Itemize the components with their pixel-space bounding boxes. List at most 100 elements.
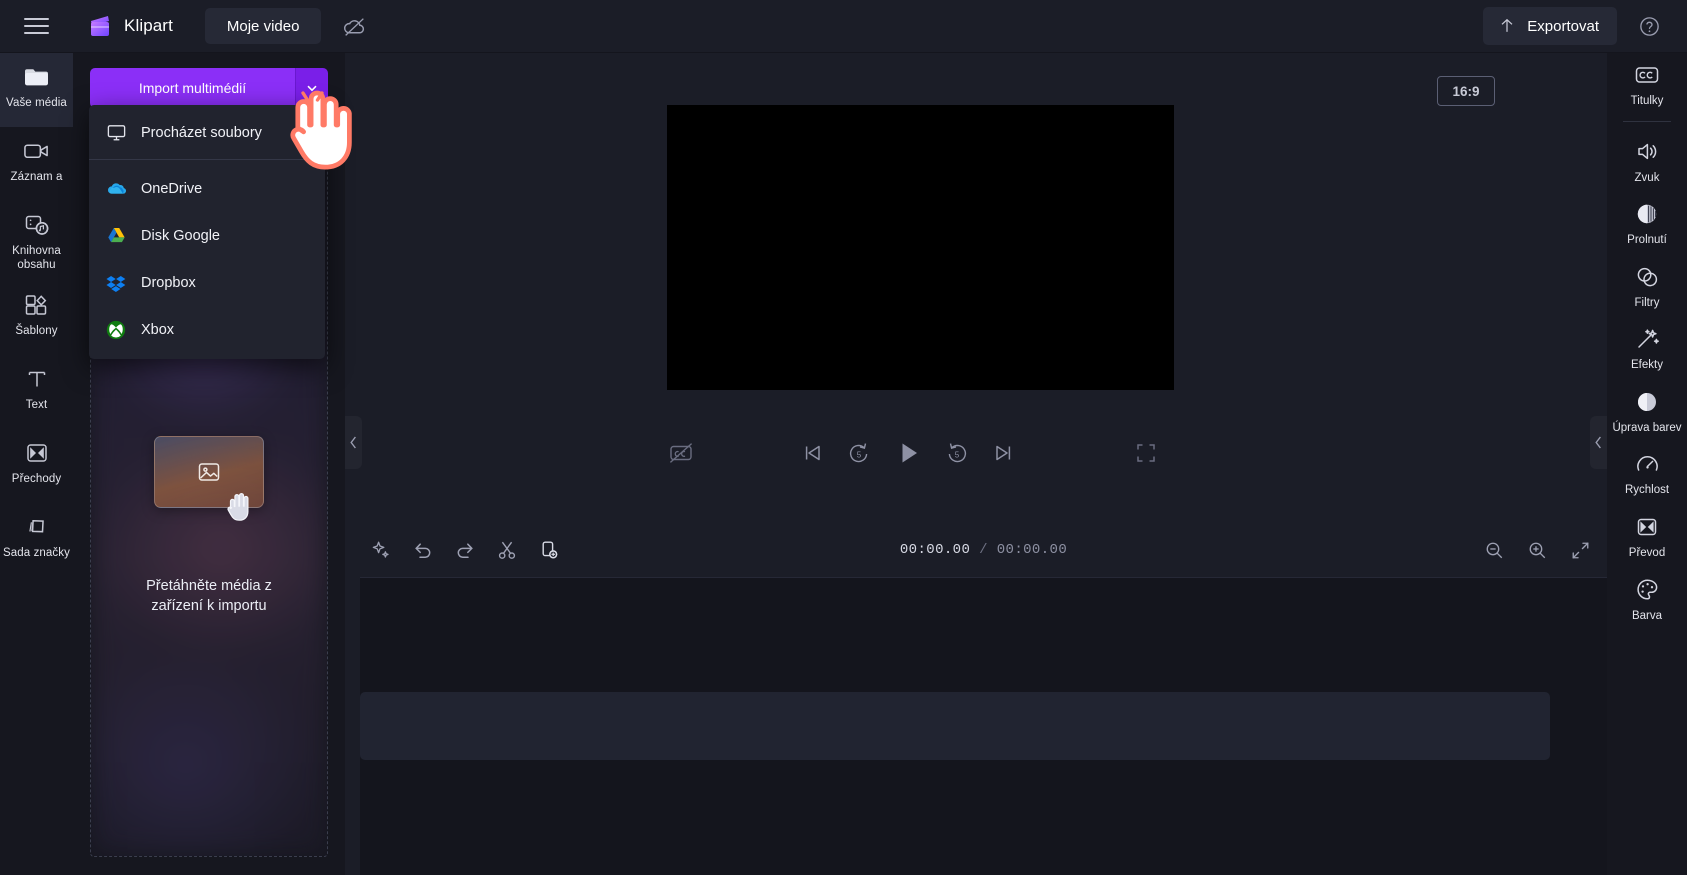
zoom-in-icon[interactable] (1527, 540, 1548, 561)
right-item-prolnuti[interactable]: Prolnutí (1607, 192, 1687, 255)
right-item-label: Barva (1631, 609, 1663, 622)
right-item-efekty[interactable]: Efekty (1607, 317, 1687, 380)
question-circle-icon[interactable] (1629, 6, 1669, 46)
zoom-out-icon[interactable] (1484, 540, 1505, 561)
video-preview[interactable] (667, 105, 1174, 390)
rewind-5-icon[interactable]: 5 (847, 441, 871, 465)
timeline-body[interactable] (360, 578, 1607, 875)
sidebar-item-label: Text (25, 399, 48, 412)
sidebar-item-knihovna-obsahu[interactable]: Knihovna obsahu (0, 201, 73, 281)
monitor-icon (105, 122, 127, 144)
menu-item-label: Dropbox (141, 274, 196, 291)
transition-convert-icon (1635, 514, 1659, 540)
playback-controls: 5 5 (345, 425, 1607, 481)
current-timecode: 00:00.00 (899, 542, 971, 558)
sidebar-item-sablony[interactable]: Šablony (0, 281, 73, 355)
collapse-left-panel-button[interactable] (345, 416, 362, 469)
dropzone-text: Přetáhněte média z zařízení k importu (146, 578, 272, 614)
speed-gauge-icon (1635, 451, 1660, 477)
sidebar-item-label: Záznam a (10, 171, 63, 183)
import-dropdown-menu: Procházet soubory OneDrive Disk Google D… (89, 105, 325, 359)
fullscreen-icon[interactable] (1135, 442, 1157, 464)
transitions-icon (25, 440, 49, 466)
menu-item-dropbox[interactable]: Dropbox (89, 259, 325, 306)
right-item-label: Prolnutí (1627, 234, 1667, 247)
drag-hand-icon (223, 488, 257, 524)
right-item-titulky[interactable]: Titulky (1607, 53, 1687, 116)
menu-item-xbox[interactable]: Xbox (89, 306, 325, 353)
sidebar-item-sada-znacky[interactable]: Sada značky (0, 503, 73, 577)
templates-icon (24, 292, 49, 318)
sidebar-item-text[interactable]: Text (0, 355, 73, 429)
right-item-zvuk[interactable]: Zvuk (1607, 130, 1687, 193)
sidebar-item-label: Šablony (15, 325, 58, 338)
right-item-rychlost[interactable]: Rychlost (1607, 442, 1687, 505)
sidebar-item-label: Přechody (11, 473, 62, 486)
menu-item-label: Disk Google (141, 227, 220, 244)
upload-icon (1497, 16, 1517, 36)
right-item-label: Rychlost (1624, 484, 1670, 497)
menu-item-onedrive[interactable]: OneDrive (89, 165, 325, 212)
fit-to-screen-icon[interactable] (1570, 540, 1591, 561)
export-label: Exportovat (1527, 17, 1599, 35)
menu-item-browse-files[interactable]: Procházet soubory (89, 109, 325, 156)
content-library-icon (24, 212, 50, 238)
aspect-ratio-button[interactable]: 16:9 (1437, 76, 1495, 106)
klipart-logo-icon (87, 13, 113, 39)
folder-icon (23, 64, 50, 90)
timecode-separator: / (979, 542, 988, 558)
color-adjust-icon (1635, 389, 1659, 415)
svg-text:5: 5 (857, 451, 862, 460)
filters-icon (1635, 264, 1660, 290)
right-item-barva[interactable]: Barva (1607, 568, 1687, 631)
sidebar-item-vase-media[interactable]: Vaše média (0, 53, 73, 127)
forward-5-icon[interactable]: 5 (945, 441, 969, 465)
timeline-toolbar: 00:00.00 / 00:00.00 (360, 523, 1607, 578)
skip-to-start-icon[interactable] (800, 441, 824, 465)
left-sidebar: Vaše média Záznam a Knihovna obsahu Šabl… (0, 53, 73, 875)
right-item-label: Efekty (1631, 359, 1663, 372)
sidebar-item-zaznam[interactable]: Záznam a (0, 127, 73, 201)
image-placeholder-icon (196, 459, 222, 485)
right-item-label: Titulky (1630, 95, 1664, 107)
play-icon[interactable] (894, 439, 922, 467)
sidebar-item-label: Vaše média (6, 97, 67, 109)
chevron-down-icon[interactable] (295, 68, 328, 108)
import-media-button[interactable]: Import multimédií (90, 68, 295, 108)
captions-off-icon[interactable] (668, 440, 694, 466)
project-name-button[interactable]: Moje video (204, 8, 322, 44)
right-item-prevod[interactable]: Převod (1607, 505, 1687, 568)
timeline-track[interactable] (360, 692, 1550, 760)
hamburger-icon[interactable] (10, 0, 62, 53)
closed-captions-icon (1634, 62, 1660, 88)
export-button[interactable]: Exportovat (1483, 7, 1617, 45)
preview-area: 16:9 5 5 (345, 53, 1607, 523)
svg-text:5: 5 (955, 451, 960, 460)
cloud-off-icon[interactable] (335, 7, 373, 45)
skip-to-end-icon[interactable] (992, 441, 1016, 465)
right-item-label: Filtry (1634, 296, 1660, 309)
right-item-label: Převod (1628, 546, 1666, 559)
transport-controls: 5 5 (800, 439, 1016, 467)
top-bar: Klipart Moje video Exportovat (0, 0, 1687, 53)
menu-item-label: Xbox (141, 321, 175, 338)
brand-name: Klipart (124, 16, 173, 35)
editor-center: 16:9 5 5 00:00.00 / 00:00.00 (345, 53, 1607, 875)
menu-item-label: Procházet soubory (141, 124, 262, 141)
sidebar-item-prechody[interactable]: Přechody (0, 429, 73, 503)
import-media-row: Import multimédií (90, 68, 328, 108)
right-item-label: Zvuk (1634, 171, 1660, 184)
right-item-uprava-barev[interactable]: Úprava barev (1607, 380, 1687, 443)
timeline-zoom-controls (1484, 540, 1591, 561)
right-item-filtry[interactable]: Filtry (1607, 255, 1687, 318)
fade-icon (1635, 201, 1659, 227)
sidebar-item-label: Knihovna obsahu (12, 245, 61, 271)
right-rail-divider (1623, 120, 1671, 122)
color-palette-icon (1635, 577, 1660, 603)
menu-item-google-drive[interactable]: Disk Google (89, 212, 325, 259)
right-item-label: Úprava barev (1612, 421, 1682, 434)
brand: Klipart (87, 13, 173, 39)
xbox-icon (105, 319, 127, 341)
effects-wand-icon (1635, 326, 1660, 352)
collapse-right-panel-button[interactable] (1590, 416, 1607, 469)
